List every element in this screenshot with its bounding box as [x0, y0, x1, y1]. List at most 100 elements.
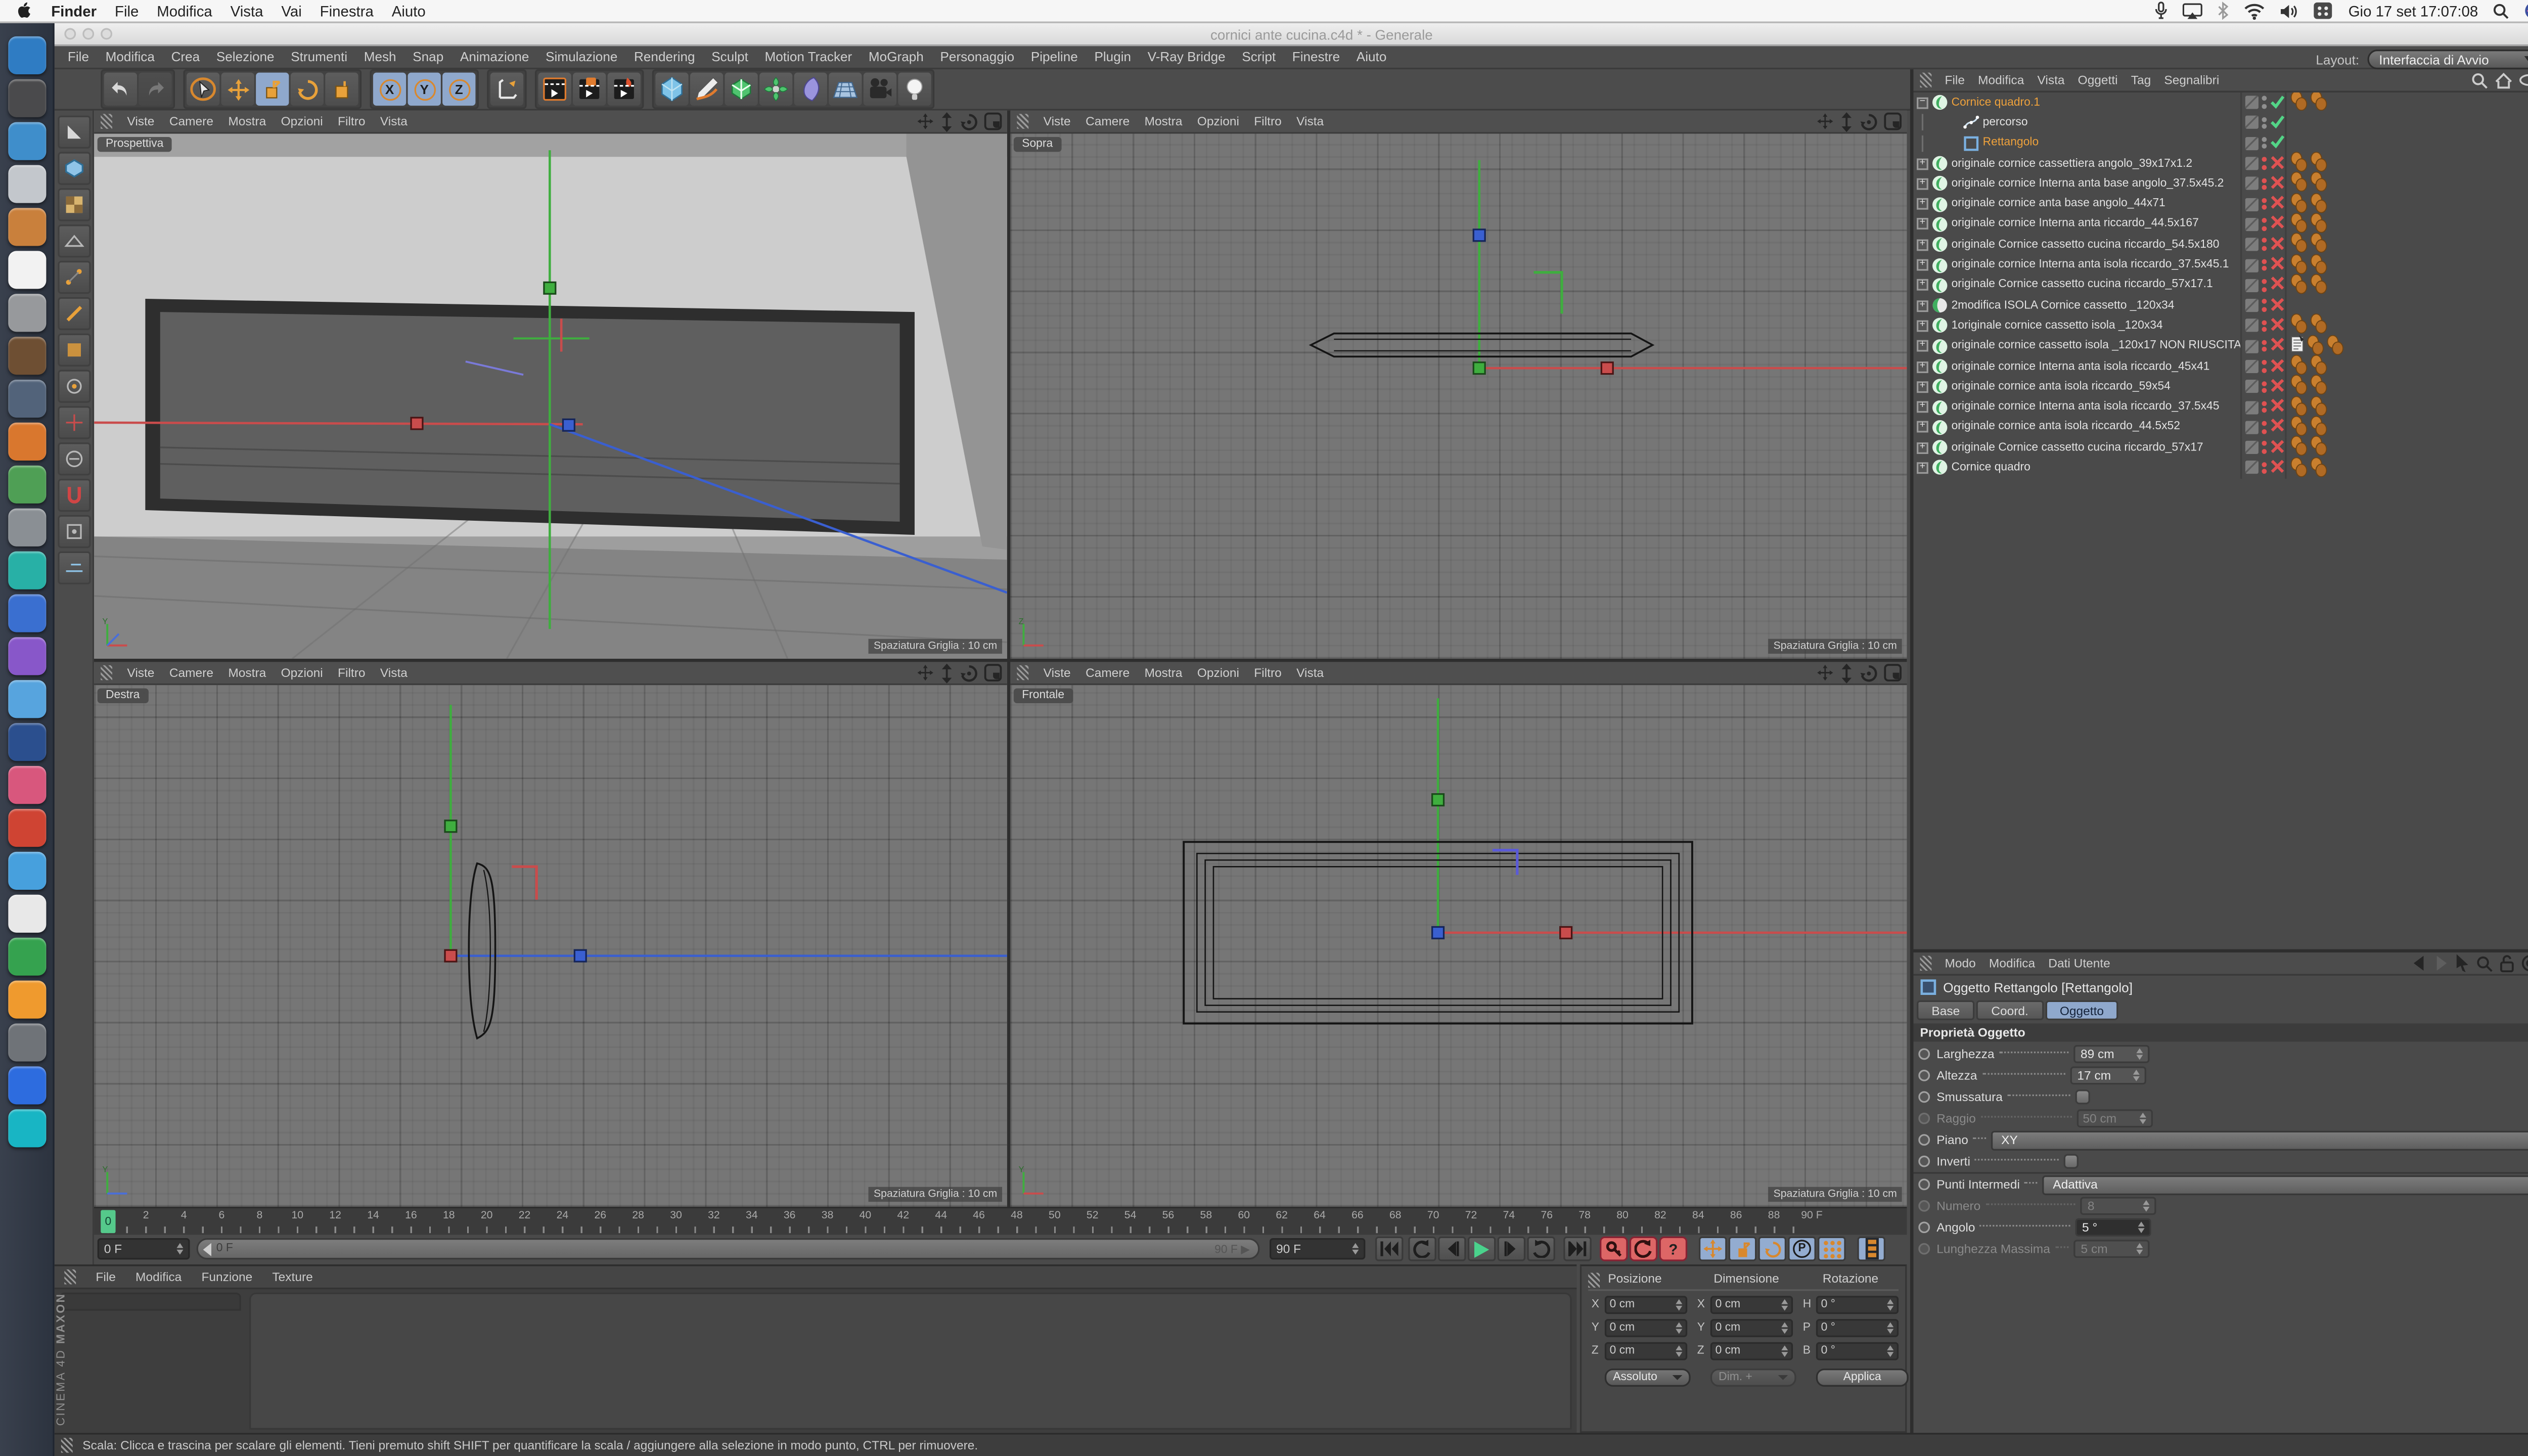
expand-toggle[interactable]: +: [1917, 442, 1928, 453]
object-row[interactable]: + originale Cornice cassetto cucina ricca…: [1913, 436, 2528, 460]
pick-object-icon[interactable]: [2455, 954, 2470, 973]
material-tag-icon[interactable]: [2290, 436, 2308, 460]
viewport-rotate-icon[interactable]: [959, 111, 979, 131]
expand-toggle[interactable]: +: [1917, 360, 1928, 373]
visibility-dots[interactable]: [2262, 198, 2267, 210]
object-disabled-cross-icon[interactable]: [2270, 317, 2285, 335]
object-disabled-cross-icon[interactable]: [2270, 276, 2285, 294]
appmenu-modifica[interactable]: Modifica: [106, 50, 155, 64]
vpmenu-vista[interactable]: Vista: [380, 114, 408, 128]
goto-end-button[interactable]: [1563, 1236, 1592, 1261]
appmenu-personaggio[interactable]: Personaggio: [940, 50, 1014, 64]
viewport-zoom-icon[interactable]: [939, 111, 954, 131]
bluetooth-icon[interactable]: [2218, 2, 2230, 20]
object-row[interactable]: − Cornice quadro.1: [1913, 92, 2528, 113]
tab-base[interactable]: Base: [1917, 1000, 1975, 1020]
object-row[interactable]: + Cornice quadro: [1913, 456, 2528, 478]
vpmenu-opzioni[interactable]: Opzioni: [1197, 665, 1239, 680]
expand-toggle[interactable]: +: [1917, 178, 1928, 190]
material-tag-icon[interactable]: [2290, 375, 2308, 398]
timeline-range-slider[interactable]: 0 F 90 F ▶: [196, 1238, 1260, 1260]
material-tag-icon[interactable]: [2310, 354, 2328, 378]
coord-field-rotazione-b[interactable]: 0 °: [1816, 1342, 1899, 1360]
visibility-dots[interactable]: [2262, 258, 2267, 271]
viewport-top[interactable]: Viste Camere Mostra Opzioni Filtro Vista Sopra…: [1010, 110, 1907, 659]
object-name[interactable]: originale cornice Interna anta riccardo_…: [1952, 218, 2199, 230]
dock-icon-app[interactable]: [7, 122, 46, 160]
edges-mode-button[interactable]: [57, 297, 90, 331]
object-row[interactable]: +1originale cornice cassetto isola _120x…: [1913, 314, 2528, 338]
dock-icon-app[interactable]: [7, 723, 46, 761]
attr-checkbox-inverti[interactable]: [2063, 1154, 2079, 1169]
axis-lock-x[interactable]: X: [373, 72, 407, 106]
key-position-toggle[interactable]: [1698, 1236, 1727, 1261]
render-view-button[interactable]: [538, 72, 571, 106]
expand-toggle[interactable]: +: [1917, 157, 1928, 169]
record-keyframe-button[interactable]: [1600, 1236, 1628, 1261]
dock-icon-calendar[interactable]: [7, 251, 46, 289]
ommenu-modifica[interactable]: Modifica: [1978, 73, 2024, 87]
object-name[interactable]: originale cornice anta isola riccardo_59…: [1952, 381, 2171, 393]
layer-box-icon[interactable]: [2245, 238, 2259, 252]
appmenu-plugin[interactable]: Plugin: [1094, 50, 1131, 64]
vpmenu-mostra[interactable]: Mostra: [1145, 665, 1183, 680]
object-row[interactable]: + originale cornice Interna anta isola ri…: [1913, 395, 2528, 419]
material-tag-icon[interactable]: [2290, 314, 2308, 338]
dock-icon-app[interactable]: [7, 465, 46, 504]
vpmenu-vista[interactable]: Vista: [1296, 114, 1324, 128]
object-row[interactable]: + originale cornice Interna anta isola ri…: [1913, 354, 2528, 378]
object-disabled-cross-icon[interactable]: [2270, 357, 2285, 376]
dock-icon-app[interactable]: [7, 808, 46, 847]
ommenu-tag[interactable]: Tag: [2131, 73, 2151, 87]
texture-mode-button[interactable]: [57, 188, 90, 221]
object-disabled-cross-icon[interactable]: [2270, 154, 2285, 172]
vpmenu-opzioni[interactable]: Opzioni: [281, 114, 323, 128]
dock-icon-app[interactable]: [7, 294, 46, 332]
matmenu-funzione[interactable]: Funzione: [201, 1269, 252, 1284]
object-disabled-cross-icon[interactable]: [2270, 195, 2285, 213]
vpmenu-opzioni[interactable]: Opzioni: [1197, 114, 1239, 128]
vpmenu-filtro[interactable]: Filtro: [338, 665, 365, 680]
apply-button[interactable]: Applica: [1816, 1368, 1909, 1387]
attr-field-numero[interactable]: 8: [2081, 1197, 2157, 1215]
animation-ring-icon[interactable]: [1918, 1091, 1930, 1103]
coords-mode-dropdown[interactable]: Dim. +: [1710, 1368, 1796, 1387]
layer-box-icon[interactable]: [2245, 96, 2259, 109]
spline-pen-menu[interactable]: [690, 72, 724, 106]
attr-field-angolo[interactable]: 5 °: [2075, 1218, 2152, 1237]
ommenu-segnalibri[interactable]: Segnalibri: [2164, 73, 2219, 87]
appmenu-snap[interactable]: Snap: [413, 50, 443, 64]
vpmenu-filtro[interactable]: Filtro: [1254, 665, 1281, 680]
viewport-maximize-icon[interactable]: [984, 111, 1002, 131]
dock-icon-app[interactable]: [7, 380, 46, 418]
vpmenu-mostra[interactable]: Mostra: [228, 114, 266, 128]
layer-box-icon[interactable]: [2245, 441, 2259, 454]
material-tag-icon[interactable]: [2290, 253, 2308, 277]
expand-toggle[interactable]: +: [1917, 462, 1928, 474]
vpmenu-vista[interactable]: Vista: [1296, 665, 1324, 680]
render-settings-button[interactable]: [607, 72, 641, 106]
expand-toggle[interactable]: +: [1917, 239, 1928, 251]
layer-box-icon[interactable]: [2245, 461, 2259, 475]
appmenu-file[interactable]: File: [68, 50, 89, 64]
snap-toggle-button[interactable]: [57, 478, 90, 512]
lock-icon[interactable]: [2500, 954, 2514, 973]
appmenu-rendering[interactable]: Rendering: [634, 50, 695, 64]
material-tag-icon[interactable]: [2310, 416, 2328, 439]
viewport-pan-icon[interactable]: [1816, 663, 1834, 682]
material-tag-icon[interactable]: [2310, 274, 2328, 297]
visibility-dots[interactable]: [2262, 96, 2267, 109]
appmenu-script[interactable]: Script: [1242, 50, 1276, 64]
matmenu-file[interactable]: File: [96, 1269, 115, 1284]
move-tool[interactable]: [221, 72, 254, 106]
ommenu-oggetti[interactable]: Oggetti: [2078, 73, 2118, 87]
visibility-dots[interactable]: [2262, 177, 2267, 190]
macmenu-file[interactable]: File: [115, 3, 139, 19]
material-tag-icon[interactable]: [2310, 395, 2328, 419]
object-name[interactable]: originale cornice anta isola riccardo_44…: [1952, 422, 2180, 433]
object-row[interactable]: + originale cornice anta isola riccardo_5…: [1913, 375, 2528, 398]
expand-toggle[interactable]: +: [1917, 401, 1928, 413]
object-enabled-check-icon[interactable]: [2270, 114, 2285, 132]
expand-toggle[interactable]: +: [1917, 320, 1928, 332]
timeline-playhead[interactable]: 0: [101, 1210, 116, 1234]
